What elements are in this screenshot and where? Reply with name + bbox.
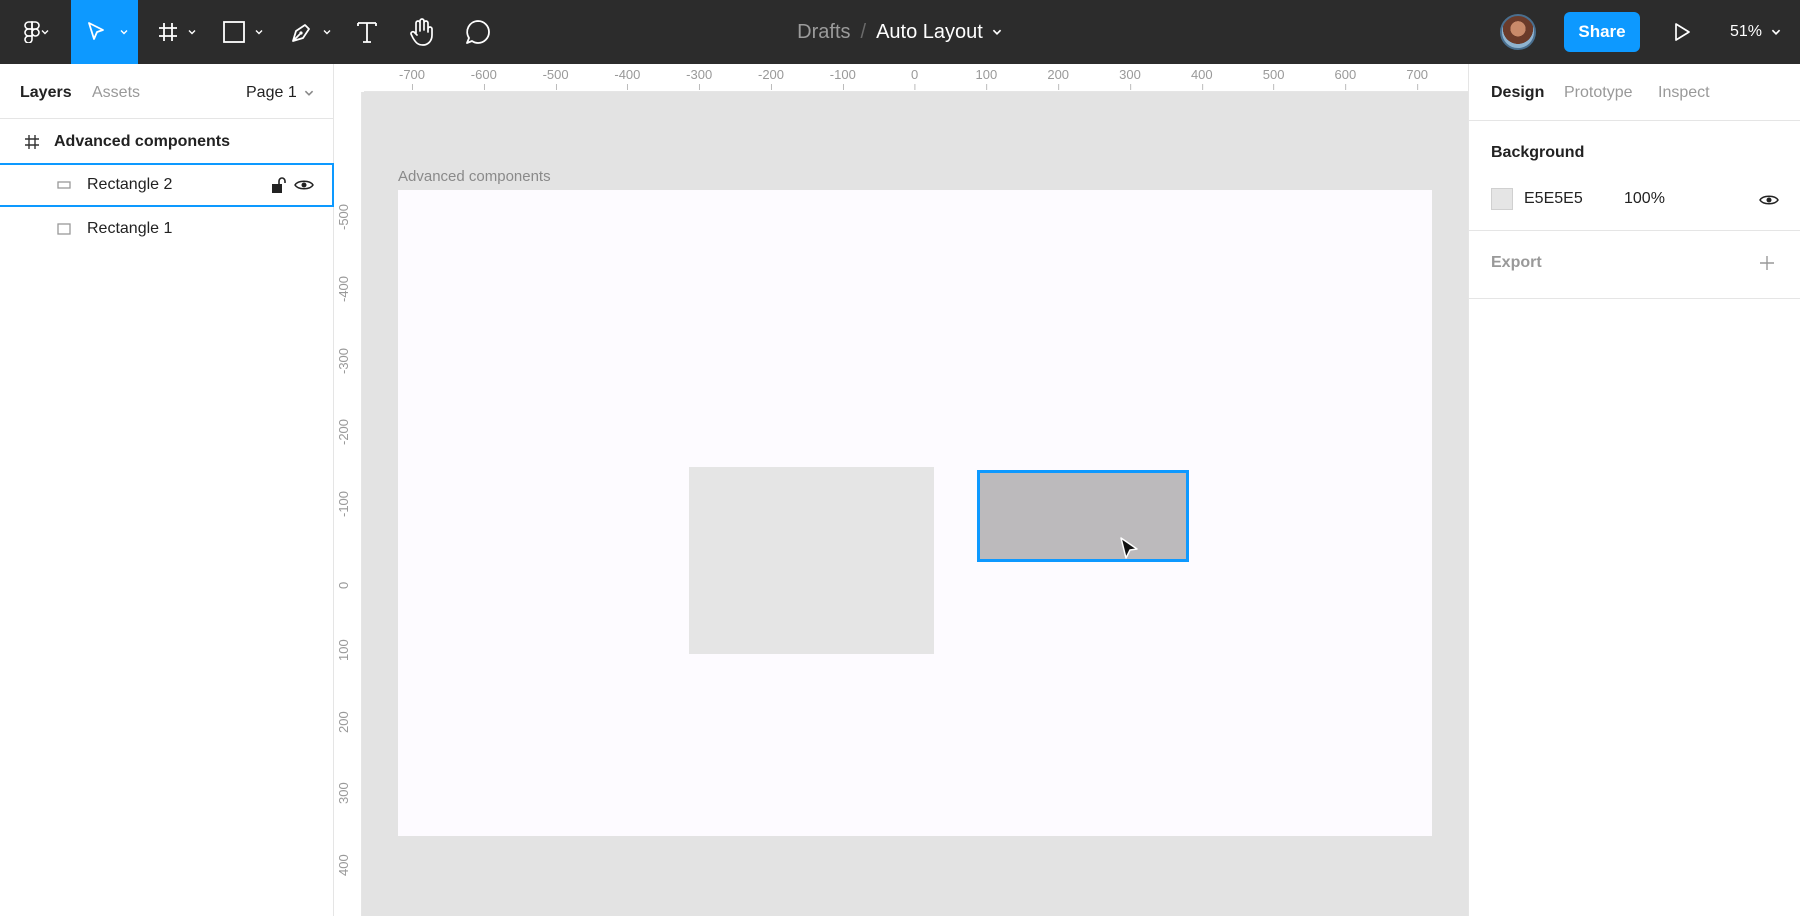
background-opacity-input[interactable]: 100% bbox=[1624, 190, 1665, 208]
export-section: Export bbox=[1469, 231, 1800, 299]
frame-tool-button[interactable] bbox=[152, 0, 202, 64]
chevron-down-icon bbox=[255, 30, 263, 35]
layer-label: Rectangle 1 bbox=[87, 220, 173, 237]
export-title: Export bbox=[1491, 254, 1542, 271]
ruler-tick-label: -200 bbox=[757, 67, 785, 90]
eye-icon[interactable] bbox=[294, 178, 314, 192]
move-tool-button[interactable] bbox=[71, 0, 138, 64]
ruler-tick-label: 200 bbox=[336, 710, 351, 733]
ruler-tick-label: 0 bbox=[910, 67, 919, 90]
ruler-tick-label: 200 bbox=[1047, 67, 1070, 90]
eye-icon[interactable] bbox=[1759, 193, 1779, 207]
ruler-tick-label: -200 bbox=[336, 419, 351, 446]
ruler-tick-label: -600 bbox=[470, 67, 497, 90]
rectangle-icon bbox=[57, 223, 71, 235]
right-panel-tabs: Design Prototype Inspect bbox=[1469, 64, 1800, 121]
vertical-ruler: -500-400-300-200-1000100200300400500 bbox=[334, 64, 362, 916]
breadcrumb-separator: / bbox=[860, 20, 867, 43]
hand-tool-button[interactable] bbox=[406, 0, 438, 64]
ruler-tick-label: -400 bbox=[336, 275, 351, 302]
background-section: Background bbox=[1469, 121, 1800, 231]
figma-logo-icon bbox=[24, 21, 40, 43]
ruler-corner bbox=[334, 64, 364, 92]
comment-tool-icon bbox=[466, 20, 490, 44]
left-panel-tabs: Layers Assets Page 1 bbox=[0, 64, 334, 119]
move-tool-icon bbox=[87, 22, 104, 40]
zoom-dropdown[interactable]: 51% bbox=[1730, 0, 1782, 64]
chevron-down-icon bbox=[188, 30, 196, 35]
page-name: Page 1 bbox=[246, 84, 297, 101]
user-avatar[interactable] bbox=[1500, 14, 1536, 50]
background-hex-input[interactable]: E5E5E5 bbox=[1524, 190, 1583, 208]
ruler-tick-label: -500 bbox=[336, 203, 351, 230]
ruler-tick-label: -100 bbox=[829, 67, 856, 90]
ruler-tick-label: 700 bbox=[1406, 67, 1429, 90]
rectangle-tool-icon bbox=[223, 21, 245, 43]
file-name[interactable]: Auto Layout bbox=[876, 21, 983, 44]
rectangle-icon bbox=[57, 181, 71, 189]
layer-rectangle-1[interactable]: Rectangle 1 bbox=[0, 207, 334, 251]
top-toolbar: Drafts / Auto Layout Share 51% bbox=[0, 0, 1800, 64]
chevron-down-icon bbox=[1771, 29, 1781, 35]
ruler-tick-label: 0 bbox=[336, 581, 351, 589]
layer-rectangle-2[interactable]: Rectangle 2 bbox=[0, 163, 334, 207]
chevron-down-icon bbox=[304, 90, 313, 96]
plus-icon[interactable] bbox=[1759, 255, 1775, 271]
breadcrumb-drafts-link[interactable]: Drafts bbox=[797, 21, 850, 44]
horizontal-ruler: -700 -600 -500 -400 -300 -200 -100 0 100 200 300 40… bbox=[364, 64, 1468, 92]
shape-tool-button[interactable] bbox=[218, 0, 268, 64]
ruler-tick-label: 300 bbox=[1119, 67, 1141, 90]
frame-icon bbox=[25, 135, 39, 149]
ruler-tick-label: -700 bbox=[398, 67, 426, 90]
ruler-tick-label: 400 bbox=[1190, 67, 1213, 90]
page-selector[interactable]: Page 1 bbox=[246, 84, 315, 102]
chevron-down-icon bbox=[120, 30, 128, 35]
ruler-tick-label: 500 bbox=[1262, 67, 1285, 90]
ruler-tick-label: -400 bbox=[614, 67, 641, 90]
tab-layers[interactable]: Layers bbox=[20, 84, 72, 102]
text-tool-button[interactable] bbox=[352, 0, 382, 64]
ruler-tick-label: -100 bbox=[336, 491, 351, 518]
chevron-down-icon bbox=[323, 30, 331, 35]
ruler-tick-label: 600 bbox=[1334, 67, 1357, 90]
pen-tool-icon bbox=[292, 24, 310, 42]
zoom-level: 51% bbox=[1730, 23, 1763, 40]
mouse-cursor-icon bbox=[1120, 537, 1138, 559]
frame-advanced-components[interactable] bbox=[398, 190, 1432, 836]
hand-tool-icon bbox=[410, 18, 433, 46]
frame-label[interactable]: Advanced components bbox=[398, 168, 551, 185]
present-button[interactable] bbox=[1668, 0, 1696, 64]
chevron-down-icon[interactable] bbox=[991, 26, 1003, 38]
chevron-down-icon bbox=[41, 30, 49, 35]
rectangle-1[interactable] bbox=[689, 467, 934, 654]
ruler-tick-label: 400 bbox=[336, 854, 351, 877]
tab-assets[interactable]: Assets bbox=[92, 84, 140, 102]
ruler-tick-label: 300 bbox=[336, 782, 351, 805]
ruler-tick-label: -300 bbox=[336, 347, 351, 374]
play-icon bbox=[1675, 23, 1690, 41]
comment-tool-button[interactable] bbox=[462, 0, 494, 64]
background-color-swatch[interactable] bbox=[1491, 188, 1513, 210]
share-button[interactable]: Share bbox=[1564, 12, 1640, 52]
tab-design[interactable]: Design bbox=[1491, 84, 1544, 102]
frame-tool-icon bbox=[159, 23, 177, 41]
text-tool-icon bbox=[357, 22, 377, 43]
canvas[interactable]: -700 -600 -500 -400 -300 -200 -100 0 100 200 300 40… bbox=[334, 64, 1468, 916]
unlock-icon[interactable] bbox=[270, 176, 286, 194]
figma-menu-button[interactable] bbox=[8, 0, 56, 64]
layer-label: Advanced components bbox=[54, 133, 231, 150]
ruler-tick-label: 100 bbox=[975, 67, 998, 90]
background-title: Background bbox=[1491, 144, 1585, 161]
ruler-tick-label: 100 bbox=[336, 639, 351, 661]
layer-advanced-components[interactable]: Advanced components bbox=[0, 120, 334, 164]
ruler-tick-label: -300 bbox=[686, 67, 713, 90]
rectangle-2[interactable] bbox=[977, 470, 1189, 562]
ruler-tick-label: -500 bbox=[542, 67, 569, 90]
pen-tool-button[interactable] bbox=[286, 0, 336, 64]
layers-panel: Layers Assets Page 1 Advanced components… bbox=[0, 64, 334, 916]
layer-label: Rectangle 2 bbox=[87, 176, 173, 193]
tab-prototype[interactable]: Prototype bbox=[1564, 84, 1632, 102]
tab-inspect[interactable]: Inspect bbox=[1658, 84, 1710, 102]
properties-panel: Design Prototype Inspect Background E5E5… bbox=[1468, 64, 1800, 916]
